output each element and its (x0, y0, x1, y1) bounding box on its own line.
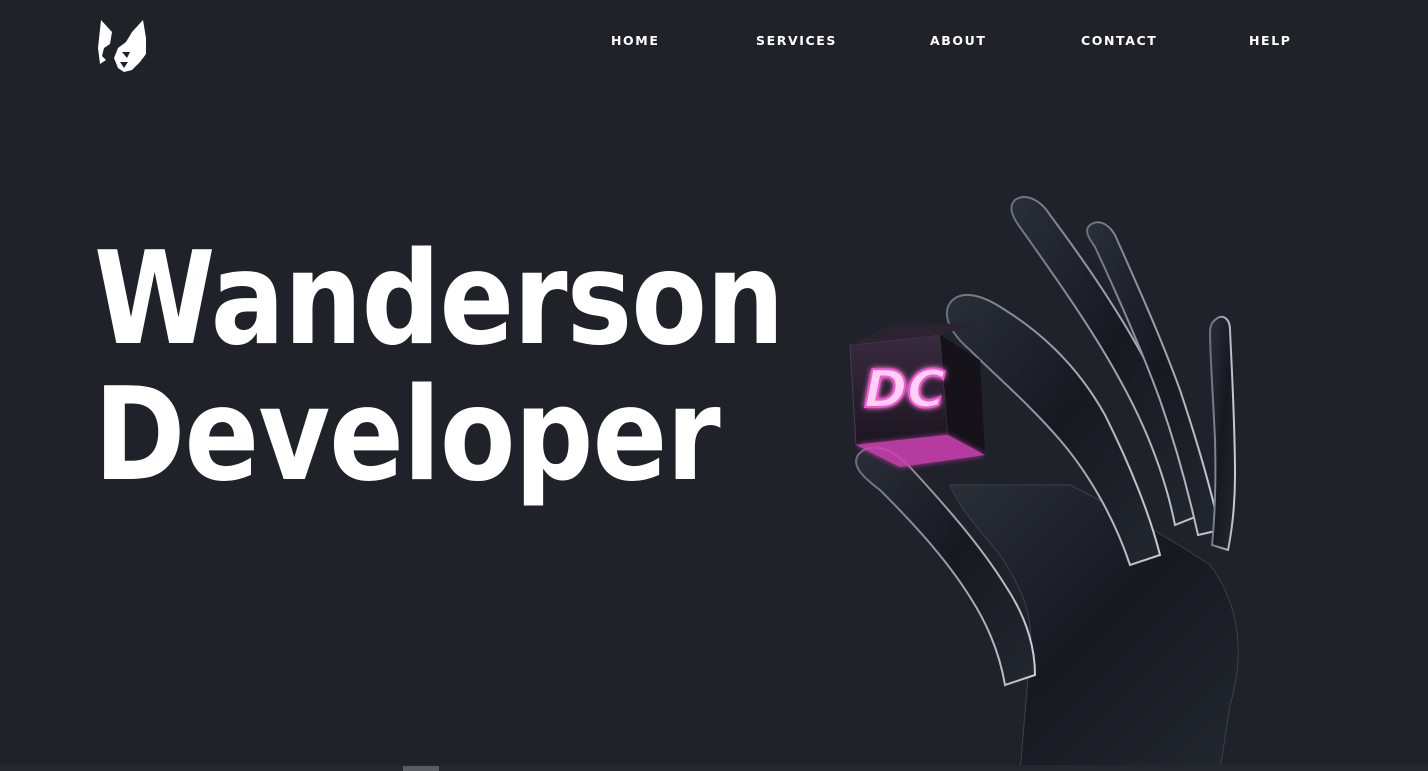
nav-contact[interactable]: CONTACT (1081, 32, 1157, 50)
nav-home[interactable]: HOME (611, 32, 659, 50)
nav-about[interactable]: ABOUT (930, 32, 987, 50)
hero-title-line2: Developer (94, 361, 721, 510)
hero-title: Wanderson Developer (94, 225, 785, 510)
nav-help[interactable]: HELP (1249, 32, 1292, 50)
hand-holding-cube-icon: DC (849, 196, 1239, 771)
nav-services[interactable]: SERVICES (756, 32, 837, 50)
cube-label: DC (864, 360, 945, 420)
bottom-scrollbar-track[interactable] (0, 765, 1428, 771)
bottom-scroll-indicator[interactable] (403, 766, 439, 771)
main-nav: HOME SERVICES ABOUT CONTACT HELP (0, 32, 1428, 52)
page: HOME SERVICES ABOUT CONTACT HELP Wanders… (0, 0, 1428, 771)
hero-title-line1: Wanderson (94, 225, 785, 374)
